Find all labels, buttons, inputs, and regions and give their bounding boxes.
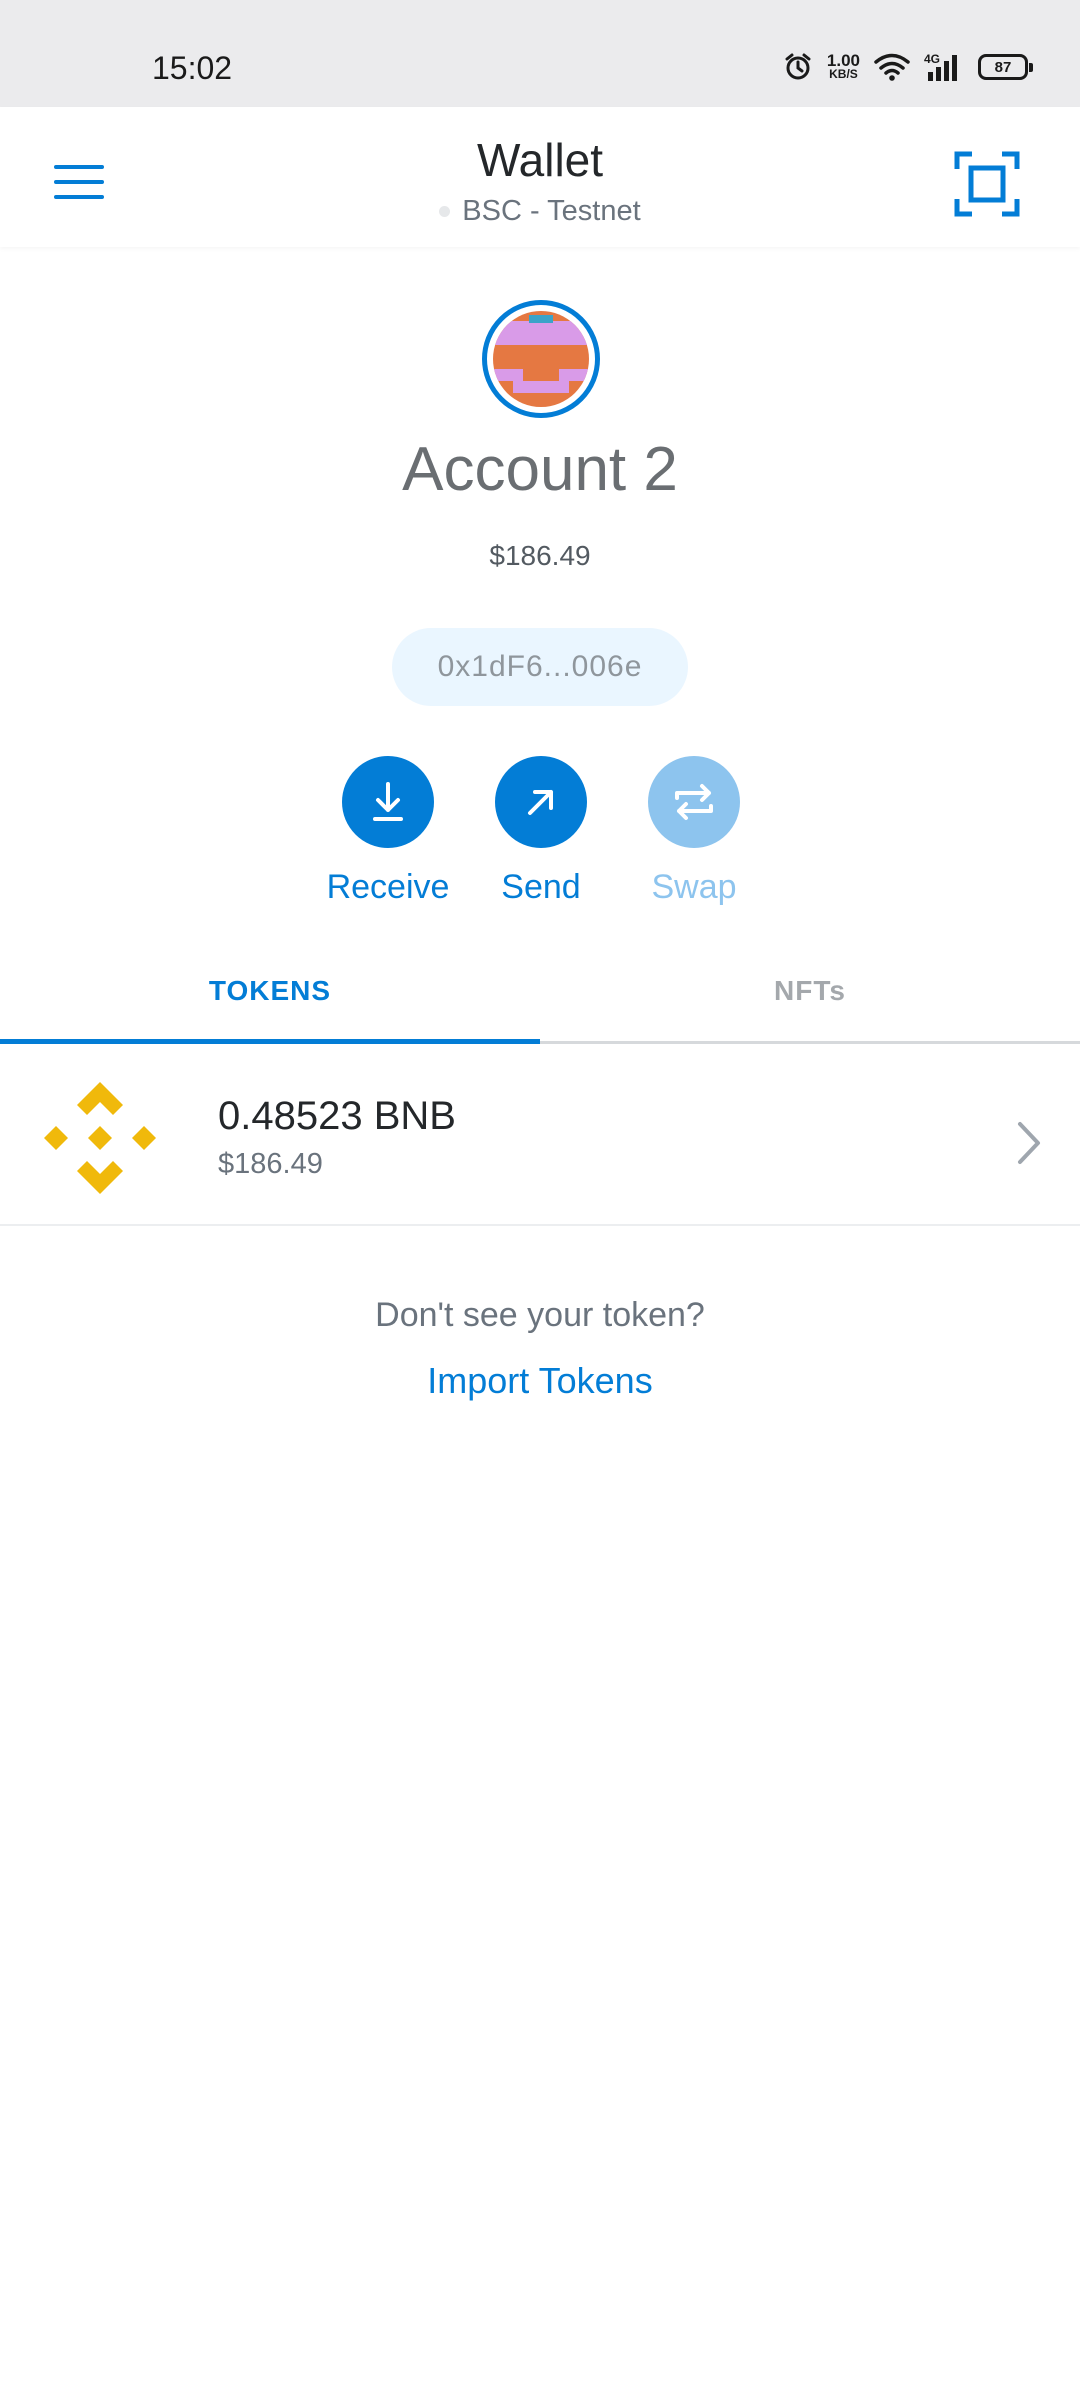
token-fiat-value: $186.49 (218, 1148, 323, 1180)
receive-button[interactable]: Receive (318, 756, 458, 907)
qr-scan-icon[interactable] (954, 151, 1020, 217)
wifi-icon (874, 53, 910, 81)
account-address-button[interactable]: 0x1dF6...006e (392, 628, 688, 706)
battery-icon: 87 (978, 54, 1033, 80)
network-selector[interactable]: BSC - Testnet (0, 195, 1080, 228)
receive-label: Receive (326, 868, 450, 906)
swap-icon (675, 784, 713, 820)
asset-tabs: TOKENS NFTs (0, 940, 1080, 1044)
alarm-icon (785, 53, 811, 80)
network-status-dot (439, 206, 451, 217)
account-name[interactable]: Account 2 (0, 434, 1080, 505)
tab-tokens[interactable]: TOKENS (0, 940, 540, 1041)
swap-label: Swap (651, 868, 737, 906)
network-speed-unit: KB/S (829, 67, 858, 81)
receive-icon (373, 782, 403, 821)
send-label: Send (501, 868, 581, 906)
import-tokens-link[interactable]: Import Tokens (0, 1360, 1080, 1402)
account-address: 0x1dF6...006e (437, 650, 643, 683)
send-button[interactable]: Send (471, 756, 611, 907)
bnb-logo-icon (44, 1082, 156, 1194)
network-name: BSC - Testnet (462, 195, 641, 227)
token-amount: 0.48523 BNB (218, 1094, 456, 1138)
status-bar: 15:02 1.00 KB/S 4G 87 (0, 0, 1080, 107)
account-balance: $186.49 (489, 540, 591, 571)
signal-icon: 4G (924, 52, 957, 81)
app-header: Wallet BSC - Testnet (0, 107, 1080, 247)
tab-nfts[interactable]: NFTs (540, 940, 1080, 1041)
battery-level: 87 (994, 58, 1012, 76)
page-title: Wallet (476, 134, 604, 186)
token-list-item[interactable]: 0.48523 BNB $186.49 (0, 1044, 1080, 1226)
missing-token-prompt: Don't see your token? (375, 1296, 705, 1334)
network-type-label: 4G (924, 52, 940, 66)
send-arrow-icon (528, 790, 553, 815)
swap-button[interactable]: Swap (624, 756, 764, 907)
network-speed-value: 1.00 (826, 51, 860, 70)
network-speed: 1.00 KB/S (826, 51, 860, 81)
status-icons: 1.00 KB/S 4G 87 (783, 51, 1033, 82)
account-avatar[interactable] (482, 300, 600, 418)
identicon-avatar (493, 311, 589, 407)
chevron-right-icon (1018, 1122, 1040, 1164)
status-time: 15:02 (152, 50, 233, 86)
